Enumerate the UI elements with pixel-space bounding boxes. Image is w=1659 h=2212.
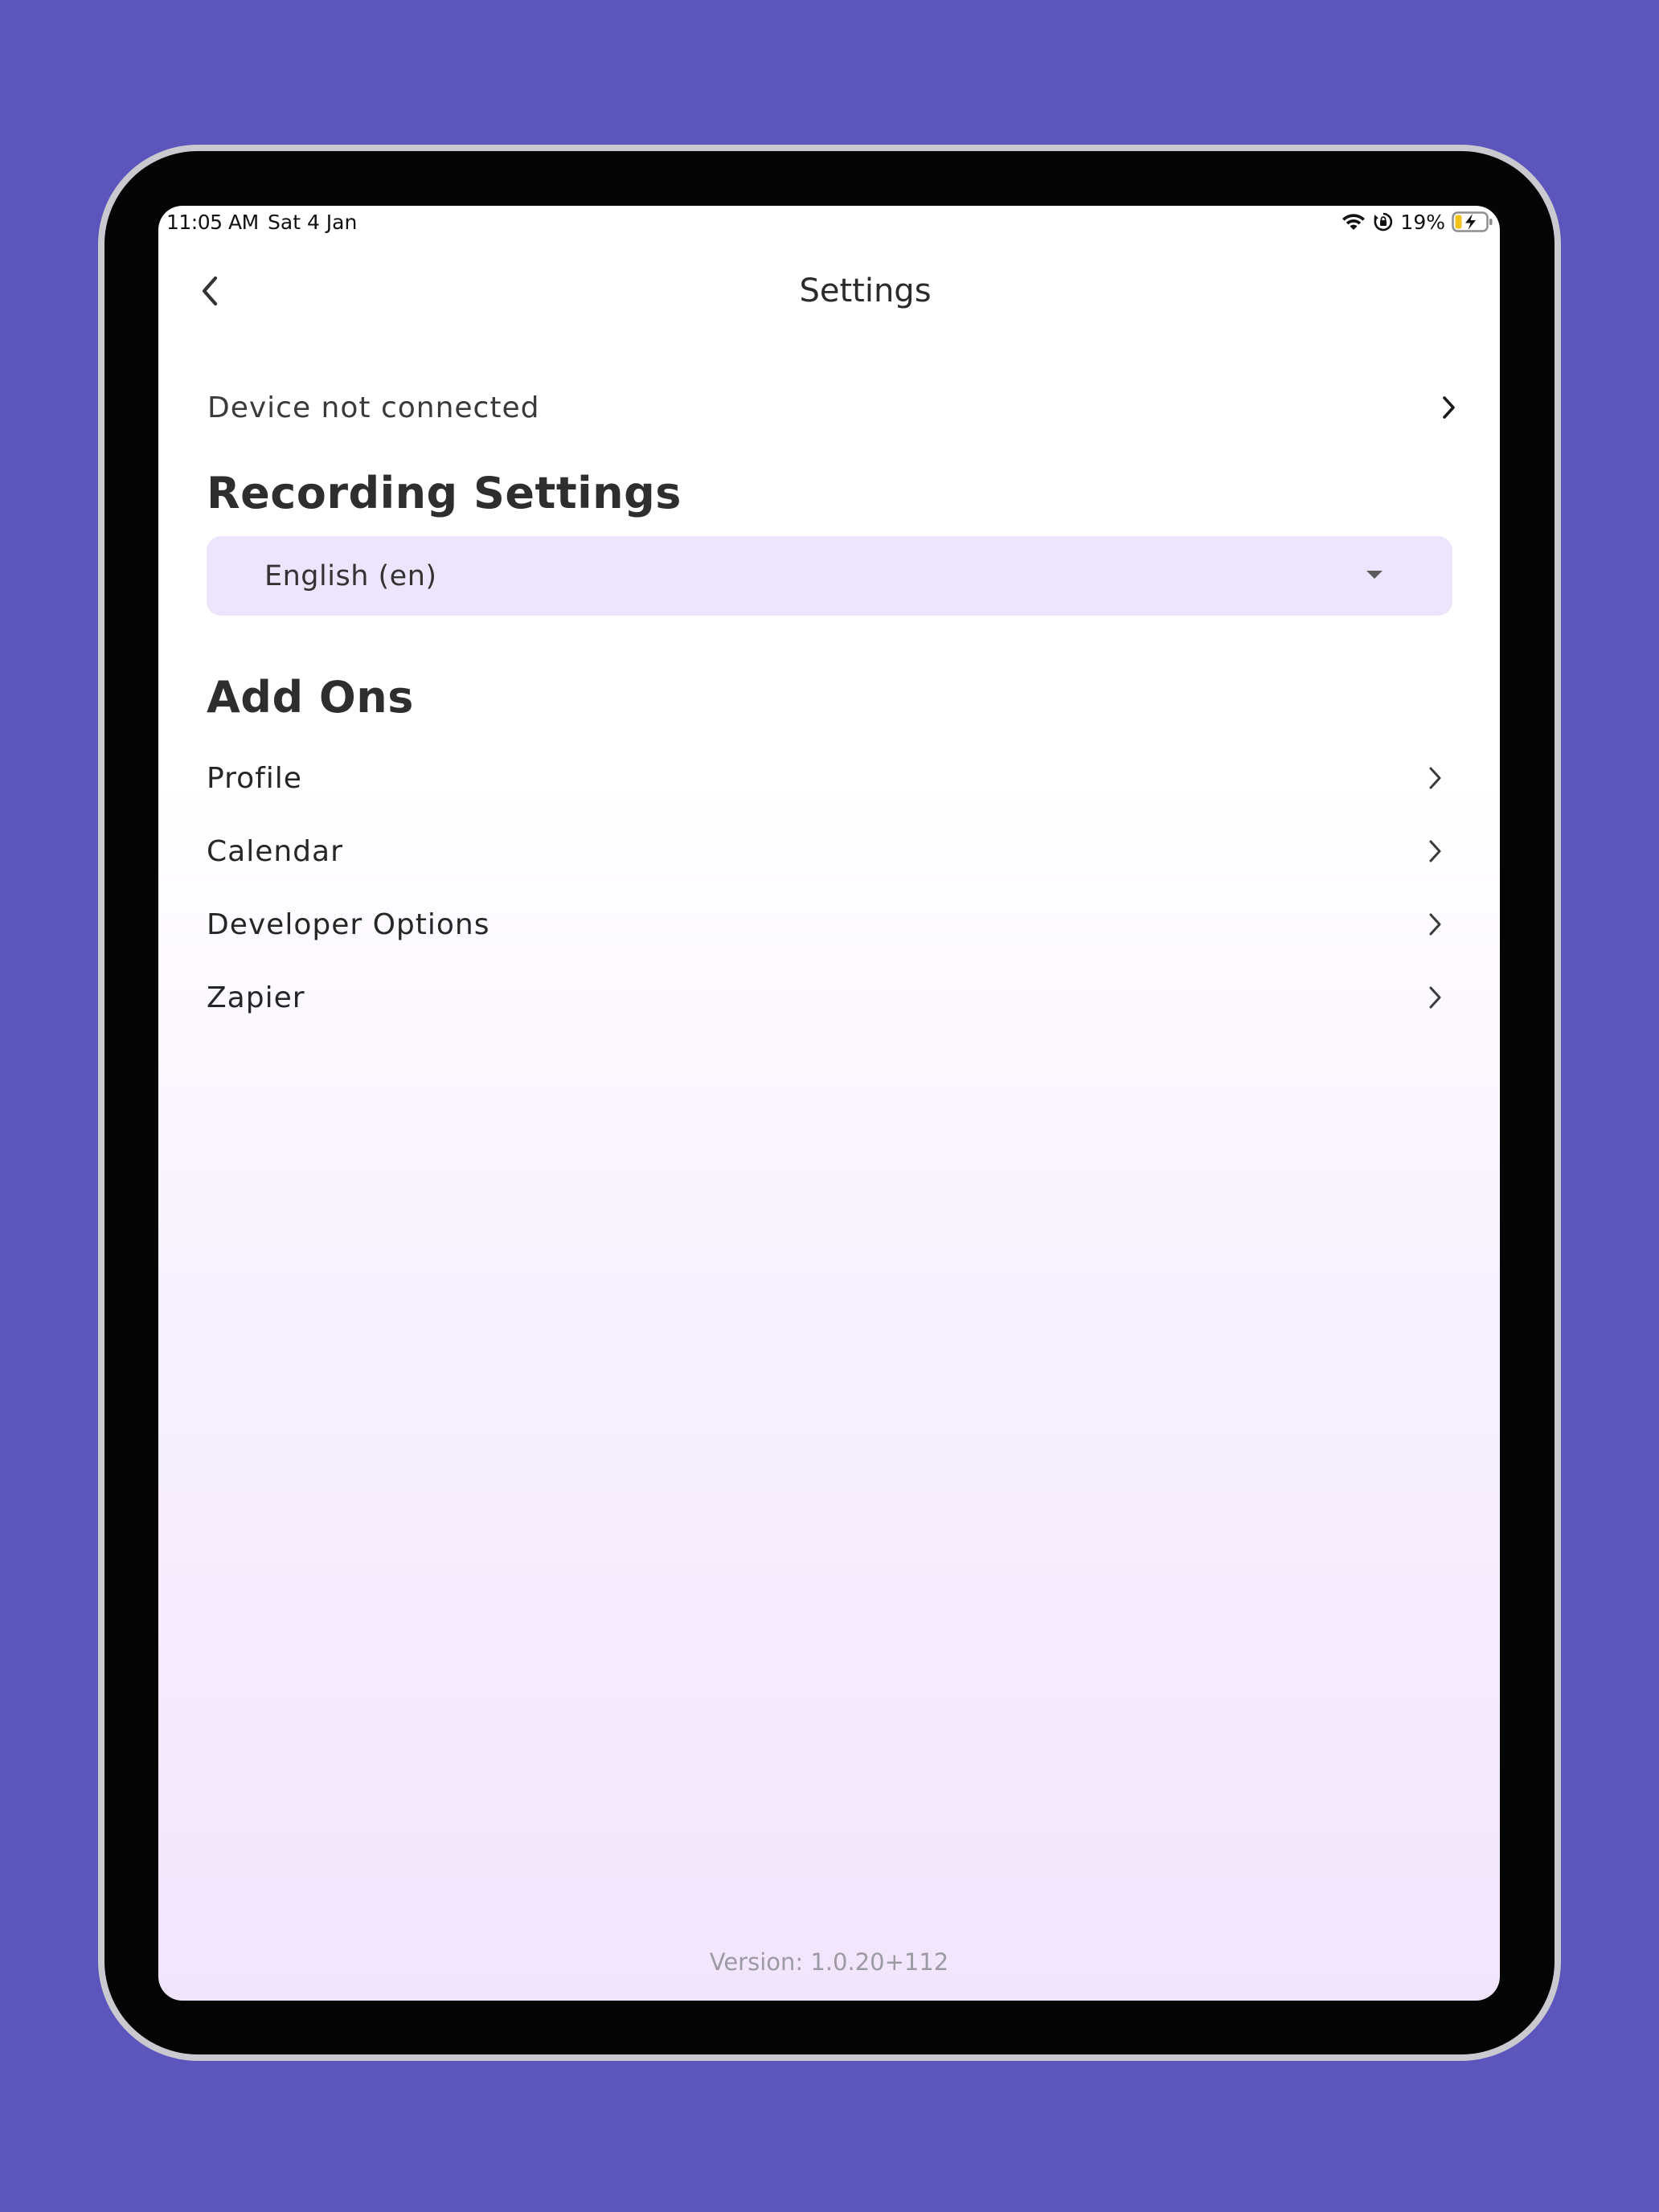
chevron-right-icon [1426,764,1444,792]
status-time: 11:05 AM [166,211,259,234]
app-version-label: Version: 1.0.20+112 [709,1948,949,1976]
add-on-item-zapier[interactable]: Zapier [207,965,1444,1030]
language-dropdown[interactable]: English (en) [207,536,1452,616]
status-indicators: 19% [1341,209,1493,235]
caret-down-icon [1366,568,1383,584]
wifi-icon [1341,212,1366,231]
add-on-item-calendar[interactable]: Calendar [207,819,1444,883]
orientation-lock-icon [1373,211,1394,232]
device-status-label: Device not connected [207,391,540,424]
add-on-item-profile[interactable]: Profile [207,746,1444,810]
chevron-right-icon [1426,984,1444,1011]
battery-charging-icon [1452,211,1493,233]
recording-settings-heading: Recording Settings [207,468,682,518]
page-title: Settings [799,272,932,309]
language-selected-value: English (en) [264,559,437,592]
add-ons-heading: Add Ons [207,672,414,723]
chevron-right-icon [1426,911,1444,938]
chevron-right-icon [1439,393,1458,422]
list-item-label: Profile [207,761,302,795]
chevron-right-icon [1426,838,1444,865]
list-item-label: Developer Options [207,907,490,941]
device-connection-row[interactable]: Device not connected [207,379,1458,436]
status-date: Sat 4 Jan [268,211,358,234]
list-item-label: Zapier [207,981,305,1014]
add-on-item-developer-options[interactable]: Developer Options [207,892,1444,956]
battery-percent: 19% [1400,210,1445,234]
app-screen: 11:05 AM Sat 4 Jan 19% Settings Device n… [158,206,1500,2001]
list-item-label: Calendar [207,834,343,868]
status-bar: 11:05 AM Sat 4 Jan 19% [158,206,1500,238]
